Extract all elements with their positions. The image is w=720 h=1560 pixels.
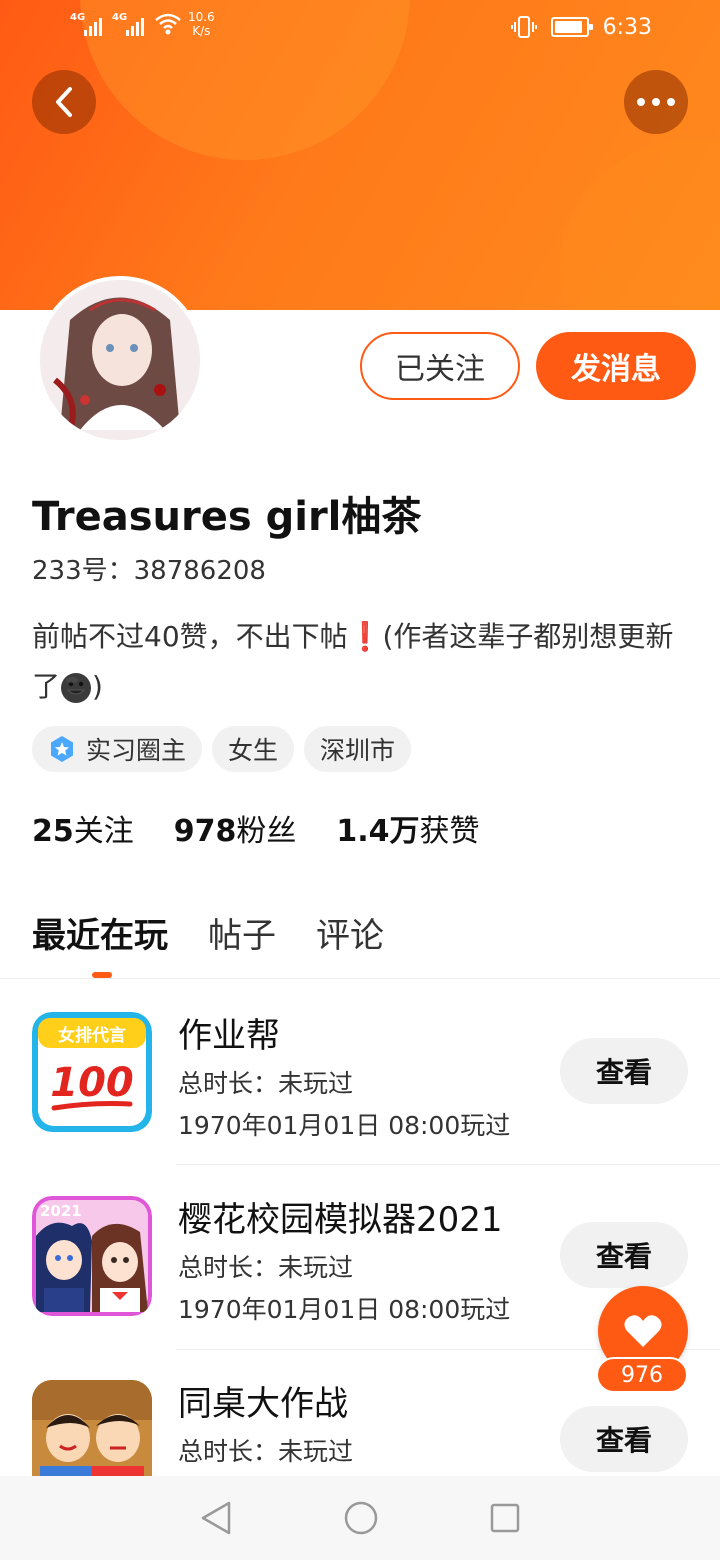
game-list-item[interactable]: 女排代言 100 作业帮 总时长：未玩过 1970年01月01日 08:00玩过…: [0, 982, 720, 1166]
back-button[interactable]: [32, 70, 96, 134]
game-duration: 总时长：未玩过: [178, 1069, 354, 1098]
bio-end: ): [92, 670, 103, 703]
signal-strength-icon: 4G: [70, 10, 106, 38]
tag-circle-role[interactable]: 实习圈主: [32, 726, 203, 772]
user-bio: 前帖不过40赞，不出下帖❗(作者这辈子都别想更新了 ): [32, 612, 682, 712]
more-options-button[interactable]: [624, 70, 688, 134]
vibrate-icon: [510, 16, 537, 38]
tab-recently-played[interactable]: 最近在玩: [32, 908, 168, 957]
stat-label: 粉丝: [236, 814, 297, 849]
signal-strength-icon: 4G: [112, 10, 148, 38]
game-title: 作业帮: [178, 1016, 280, 1056]
profile-stats: 25关注 978粉丝 1.4万获赞: [32, 806, 480, 850]
game-icon-zuoyebang: 女排代言 100: [32, 1012, 152, 1132]
tab-comments[interactable]: 评论: [316, 908, 384, 957]
status-bar: 4G 4G 10.6 K/s 6:33: [0, 0, 720, 54]
view-game-button[interactable]: 查看: [560, 1406, 688, 1472]
heart-icon: [624, 1315, 662, 1347]
stat-value: 1.4万: [336, 814, 420, 849]
send-message-button[interactable]: 发消息: [536, 332, 696, 400]
stat-value: 25: [32, 814, 74, 849]
game-title: 同桌大作战: [178, 1384, 348, 1424]
chevron-left-icon: [56, 87, 72, 117]
network-type-label: 4G: [70, 12, 86, 23]
system-nav-bar: [0, 1476, 720, 1560]
game-last-played: 1970年01月01日 08:00玩过: [178, 1111, 511, 1140]
avatar-illustration: [40, 280, 200, 440]
tab-divider: [0, 978, 720, 979]
tag-location: 深圳市: [304, 726, 412, 772]
grinning-dark-face-icon: [61, 673, 92, 703]
stat-label: 关注: [73, 814, 134, 849]
profile-tags: 实习圈主 女生 深圳市: [32, 726, 412, 772]
game-title: 樱花校园模拟器2021: [178, 1200, 503, 1240]
game-duration: 总时长：未玩过: [178, 1437, 354, 1466]
stat-label: 获赞: [419, 814, 480, 849]
likes-count: 1.4万获赞: [336, 806, 479, 850]
username: Treasures girl柚茶: [32, 494, 422, 540]
view-game-button[interactable]: 查看: [560, 1038, 688, 1104]
tag-label: 深圳市: [320, 736, 396, 765]
followers-count[interactable]: 978粉丝: [174, 806, 297, 850]
more-dots-icon: [637, 98, 675, 106]
user-id: 233号：38786208: [32, 556, 266, 586]
battery-icon: [550, 17, 593, 37]
network-type-label: 4G: [112, 12, 128, 23]
nav-home-icon[interactable]: [343, 1500, 379, 1536]
nav-recents-icon[interactable]: [489, 1502, 521, 1534]
network-speed: 10.6 K/s: [188, 10, 215, 38]
game-icon-sakura-school: 2021: [32, 1196, 152, 1316]
game-icon-badge: 2021: [40, 1202, 82, 1220]
tag-label: 女生: [228, 736, 279, 765]
view-game-button[interactable]: 查看: [560, 1222, 688, 1288]
tag-label: 实习圈主: [86, 736, 187, 765]
avatar[interactable]: [36, 276, 204, 444]
tab-posts[interactable]: 帖子: [208, 908, 276, 957]
like-count-badge: 976: [596, 1357, 688, 1393]
profile-tabs: 最近在玩 帖子 评论: [32, 908, 384, 957]
stat-value: 978: [173, 814, 237, 849]
wifi-icon: [155, 13, 181, 35]
tag-gender: 女生: [212, 726, 295, 772]
followed-button[interactable]: 已关注: [360, 332, 520, 400]
list-divider: [176, 1164, 720, 1165]
game-last-played: 1970年01月01日 08:00玩过: [178, 1295, 511, 1324]
game-duration: 总时长：未玩过: [178, 1253, 354, 1282]
following-count[interactable]: 25关注: [32, 806, 134, 850]
game-icon-number: 100: [50, 1060, 134, 1106]
game-icon-badge: 女排代言: [58, 1025, 126, 1046]
star-badge-icon: [51, 736, 73, 762]
nav-back-icon[interactable]: [199, 1500, 233, 1536]
clock: 6:33: [602, 14, 652, 40]
bio-text: 前帖不过40赞，不出下帖❗(作者这辈子都别想更新了: [32, 620, 674, 703]
